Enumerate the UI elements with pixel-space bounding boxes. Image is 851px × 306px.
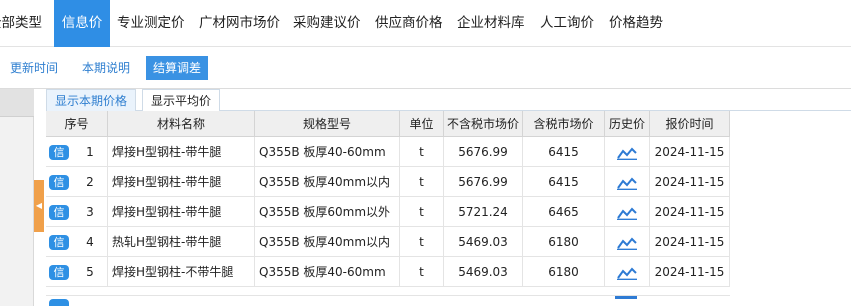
quote-time: 2024-11-15 [650,137,730,167]
spec: Q355B 板厚60mm以外 [255,197,400,227]
spec: Q355B 板厚40mm以内 [255,167,400,197]
quote-time: 2024-11-15 [650,257,730,287]
material-name: 焊接H型钢柱-带牛腿 [108,167,255,197]
col-material-name[interactable]: 材料名称 [108,111,255,137]
unit: t [400,137,444,167]
settlement-adjust-button[interactable]: 结算调差 [146,56,209,80]
price-ex-tax: 5676.99 [444,167,523,197]
material-name: 焊接H型钢柱-带牛腿 [108,137,255,167]
unit: t [400,227,444,257]
price-ex-tax: 5469.03 [444,257,523,287]
table-row[interactable]: 信 1 焊接H型钢柱-带牛腿 Q355B 板厚40-60mm t 5676.99… [46,137,730,167]
price-ex-tax: 5469.03 [444,227,523,257]
trend-chart-icon[interactable] [617,206,637,220]
trend-chart-icon[interactable] [617,266,637,280]
period-notes-button[interactable]: 本期说明 [75,56,137,80]
tab-labor-inquiry[interactable]: 人工询价 [540,0,594,47]
price-inc-tax: 6180 [523,227,605,257]
col-quote-time[interactable]: 报价时间 [650,111,730,137]
table-row-partial[interactable] [46,295,730,306]
col-spec[interactable]: 规格型号 [255,111,400,137]
price-inc-tax: 6180 [523,257,605,287]
tab-show-current-price[interactable]: 显示本期价格 [46,89,137,111]
material-name: 焊接H型钢柱-带牛腿 [108,197,255,227]
price-inc-tax: 6465 [523,197,605,227]
top-tab-bar: 全部类型 信息价 专业测定价 广材网市场价 采购建议价 供应商价格 企业材料库 … [0,0,851,47]
left-panel [0,89,34,306]
trend-chart-icon[interactable] [615,296,637,299]
tab-professional-price[interactable]: 专业测定价 [117,0,185,47]
material-name: 焊接H型钢柱-不带牛腿 [108,257,255,287]
info-badge: 信 [49,235,69,250]
col-price-inc-tax[interactable]: 含税市场价 [523,111,605,137]
row-seq: 5 [86,265,94,279]
tab-info-price[interactable]: 信息价 [54,0,110,47]
spec: Q355B 板厚40mm以内 [255,227,400,257]
row-seq: 1 [86,145,94,159]
tab-supplier-price[interactable]: 供应商价格 [375,0,443,47]
table-row[interactable]: 信 5 焊接H型钢柱-不带牛腿 Q355B 板厚40-60mm t 5469.0… [46,257,730,287]
table-row[interactable]: 信 2 焊接H型钢柱-带牛腿 Q355B 板厚40mm以内 t 5676.99 … [46,167,730,197]
row-seq: 3 [86,205,94,219]
price-ex-tax: 5721.24 [444,197,523,227]
table-row[interactable]: 信 4 热轧H型钢柱-带牛腿 Q355B 板厚40mm以内 t 5469.03 … [46,227,730,257]
info-badge: 信 [49,205,69,220]
trend-chart-icon[interactable] [617,236,637,250]
trend-chart-icon[interactable] [617,146,637,160]
col-price-ex-tax[interactable]: 不含税市场价 [444,111,523,137]
quote-time: 2024-11-15 [650,197,730,227]
unit: t [400,257,444,287]
info-badge: 信 [49,265,69,280]
left-panel-header [0,89,34,117]
price-inc-tax: 6415 [523,167,605,197]
info-badge [49,299,69,306]
col-unit[interactable]: 单位 [400,111,444,137]
info-badge: 信 [49,145,69,160]
sub-toolbar: 更新时间 本期说明 结算调差 [0,47,851,89]
spec: Q355B 板厚40-60mm [255,137,400,167]
row-seq: 2 [86,175,94,189]
row-seq: 4 [86,235,94,249]
spec: Q355B 板厚40-60mm [255,257,400,287]
quote-time: 2024-11-15 [650,167,730,197]
collapse-arrow-icon[interactable]: ◀ [34,180,44,232]
unit: t [400,197,444,227]
info-badge: 信 [49,175,69,190]
table-header: 序号 材料名称 规格型号 单位 不含税市场价 含税市场价 历史价 报价时间 [46,111,730,137]
quote-time: 2024-11-15 [650,227,730,257]
tab-guangcai-market-price[interactable]: 广材网市场价 [199,0,280,47]
price-table: 序号 材料名称 规格型号 单位 不含税市场价 含税市场价 历史价 报价时间 信 … [46,111,851,306]
tab-price-trend[interactable]: 价格趋势 [609,0,663,47]
update-time-button[interactable]: 更新时间 [3,56,65,80]
price-inc-tax: 6415 [523,137,605,167]
tab-show-average-price[interactable]: 显示平均价 [142,89,221,111]
col-seq[interactable]: 序号 [46,111,108,137]
tab-all-types[interactable]: 全部类型 [0,0,54,47]
col-history-price[interactable]: 历史价 [605,111,650,137]
price-ex-tax: 5676.99 [444,137,523,167]
tab-purchase-suggest-price[interactable]: 采购建议价 [293,0,361,47]
tab-enterprise-material-lib[interactable]: 企业材料库 [457,0,525,47]
trend-chart-icon[interactable] [617,176,637,190]
unit: t [400,167,444,197]
table-row[interactable]: 信 3 焊接H型钢柱-带牛腿 Q355B 板厚60mm以外 t 5721.24 … [46,197,730,227]
view-tabs: 显示本期价格 显示平均价 [46,89,851,111]
material-name: 热轧H型钢柱-带牛腿 [108,227,255,257]
